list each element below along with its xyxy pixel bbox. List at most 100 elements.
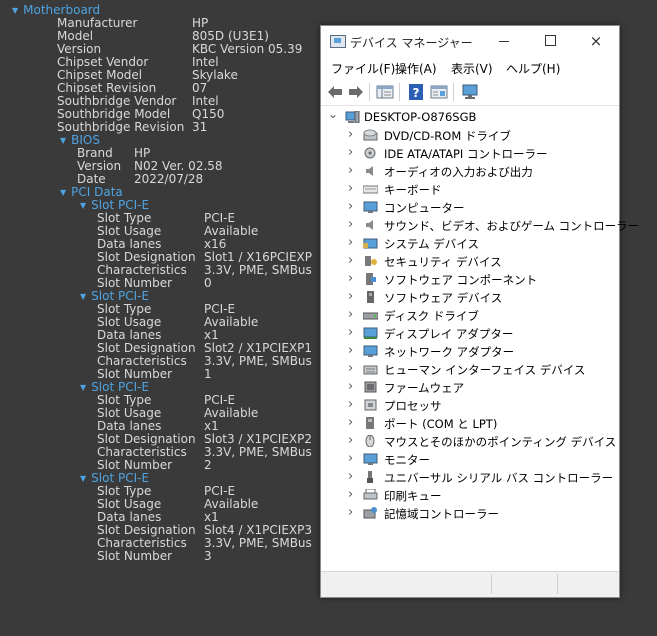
expand-chevron-icon[interactable]: ›: [348, 217, 353, 232]
section-title: Slot PCI-E: [91, 471, 150, 485]
menu-file[interactable]: ファイル(F): [331, 60, 395, 77]
usb-icon: [367, 471, 373, 483]
toolbar: ?: [321, 79, 619, 106]
property-value: 2: [204, 458, 212, 472]
expand-chevron-icon[interactable]: ›: [348, 361, 353, 376]
tree-root-label[interactable]: DESKTOP-O876SGB: [364, 110, 476, 124]
tree-category-item[interactable]: セキュリティ デバイス: [384, 254, 502, 270]
expand-chevron-icon[interactable]: ›: [348, 343, 353, 358]
expand-chevron-icon[interactable]: ›: [348, 433, 353, 448]
show-hide-icon[interactable]: [376, 83, 394, 101]
collapse-arrow-icon[interactable]: ▼: [80, 290, 86, 303]
expand-chevron-icon[interactable]: ›: [348, 505, 353, 520]
port-icon: [366, 417, 374, 429]
property-value: 31: [192, 120, 208, 134]
property-value: 3.3V, PME, SMBus: [204, 445, 312, 459]
expand-chevron-icon[interactable]: ›: [348, 181, 353, 196]
property-value: 3.3V, PME, SMBus: [204, 263, 312, 277]
tree-category-item[interactable]: ディスプレイ アダプター: [384, 326, 513, 342]
toolbar-separator: [369, 83, 370, 101]
tree-category-item[interactable]: ポート (COM と LPT): [384, 416, 497, 432]
title-bar[interactable]: デバイス マネージャー ×: [321, 26, 619, 56]
minimize-icon: [499, 41, 509, 42]
expand-chevron-icon[interactable]: ›: [348, 289, 353, 304]
maximize-icon: [544, 35, 556, 46]
device-manager-app-icon: [330, 35, 346, 48]
status-divider: [491, 574, 492, 594]
collapse-arrow-icon[interactable]: ▼: [80, 472, 86, 485]
tree-category-item[interactable]: 記憶域コントローラー: [384, 506, 499, 522]
back-arrow-icon[interactable]: [326, 83, 344, 101]
close-button[interactable]: ×: [573, 26, 619, 56]
keyboard-icon: [363, 185, 378, 194]
tree-category-item[interactable]: IDE ATA/ATAPI コントローラー: [384, 146, 547, 162]
device-manager-window[interactable]: デバイス マネージャー × ファイル(F) 操作(A) 表示(V) ヘルプ(H)…: [320, 25, 639, 598]
expand-chevron-icon[interactable]: ›: [348, 163, 353, 178]
section-title: Motherboard: [23, 3, 101, 17]
tree-category-item[interactable]: ヒューマン インターフェイス デバイス: [384, 362, 585, 378]
printer-icon: [363, 489, 378, 500]
expand-chevron-icon[interactable]: ›: [348, 451, 353, 466]
tree-category-item[interactable]: ソフトウェア デバイス: [384, 290, 502, 306]
expand-chevron-icon[interactable]: ›: [348, 199, 353, 214]
processor-icon: [364, 399, 377, 411]
tree-category-item[interactable]: ネットワーク アダプター: [384, 344, 514, 360]
tree-category-item[interactable]: DVD/CD-ROM ドライブ: [384, 128, 511, 144]
expand-chevron-icon[interactable]: ›: [348, 271, 353, 286]
help-icon[interactable]: ?: [407, 83, 425, 101]
tree-category-item[interactable]: ディスク ドライブ: [384, 308, 479, 324]
monitor-icon: [363, 453, 378, 465]
expand-chevron-icon[interactable]: ›: [348, 127, 353, 142]
minimize-button[interactable]: [481, 26, 527, 56]
tree-category-item[interactable]: キーボード: [384, 182, 442, 198]
menu-help[interactable]: ヘルプ(H): [506, 60, 560, 77]
tree-category-item[interactable]: 印刷キュー: [384, 488, 442, 504]
property-value: 3: [204, 549, 212, 563]
menu-view[interactable]: 表示(V): [451, 60, 493, 77]
menu-action[interactable]: 操作(A): [395, 60, 437, 77]
expand-chevron-icon[interactable]: ›: [348, 397, 353, 412]
property-value: 0: [204, 276, 212, 290]
hid-icon: [363, 365, 378, 375]
tree-category-item[interactable]: サウンド、ビデオ、およびゲーム コントローラー: [384, 218, 639, 234]
tree-category-item[interactable]: プロセッサ: [384, 398, 442, 414]
toolbar-separator: [399, 83, 400, 101]
collapse-arrow-icon[interactable]: ▼: [60, 134, 66, 147]
expand-chevron-icon[interactable]: ›: [348, 469, 353, 484]
expand-chevron-icon[interactable]: ›: [348, 235, 353, 250]
tree-category-item[interactable]: ソフトウェア コンポーネント: [384, 272, 537, 288]
expand-chevron-icon[interactable]: ›: [348, 145, 353, 160]
tree-category-item[interactable]: ユニバーサル シリアル バス コントローラー: [384, 470, 613, 486]
tree-category-item[interactable]: オーディオの入力および出力: [384, 164, 533, 180]
firmware-icon: [364, 381, 377, 393]
window-title: デバイス マネージャー: [350, 36, 473, 50]
collapse-arrow-icon[interactable]: ▼: [60, 186, 66, 199]
storage-controller-icon: [363, 507, 377, 519]
expand-chevron-icon[interactable]: ›: [348, 253, 353, 268]
section-title: Slot PCI-E: [91, 380, 150, 394]
collapse-chevron-icon[interactable]: ⌄: [328, 107, 338, 121]
expand-chevron-icon[interactable]: ›: [348, 379, 353, 394]
maximize-button[interactable]: [527, 26, 573, 56]
expand-chevron-icon[interactable]: ›: [348, 415, 353, 430]
expand-chevron-icon[interactable]: ›: [348, 487, 353, 502]
sound-icon: [366, 220, 373, 230]
forward-arrow-icon[interactable]: [347, 83, 365, 101]
tree-category-item[interactable]: モニター: [384, 452, 430, 468]
tree-category-item[interactable]: ファームウェア: [384, 380, 464, 396]
section-title: Slot PCI-E: [91, 289, 150, 303]
tree-category-item[interactable]: システム デバイス: [384, 236, 479, 252]
properties-icon[interactable]: [430, 83, 448, 101]
expand-chevron-icon[interactable]: ›: [348, 307, 353, 322]
property-value: 3.3V, PME, SMBus: [204, 536, 312, 550]
expand-chevron-icon[interactable]: ›: [348, 325, 353, 340]
device-tree[interactable]: ⌄ DESKTOP-O876SGB › DVD/CD-ROM ドライブ › IDE ATA…: [321, 106, 639, 566]
collapse-arrow-icon[interactable]: ▼: [80, 199, 86, 212]
tree-category-item[interactable]: コンピューター: [384, 200, 465, 216]
collapse-arrow-icon[interactable]: ▼: [80, 381, 86, 394]
dvd-drive-icon: [363, 129, 378, 141]
collapse-arrow-icon[interactable]: ▼: [12, 4, 18, 17]
tree-category-item[interactable]: マウスとそのほかのポインティング デバイス: [384, 434, 616, 450]
system-devices-icon: [363, 238, 378, 249]
monitor-scan-icon[interactable]: [461, 83, 479, 101]
